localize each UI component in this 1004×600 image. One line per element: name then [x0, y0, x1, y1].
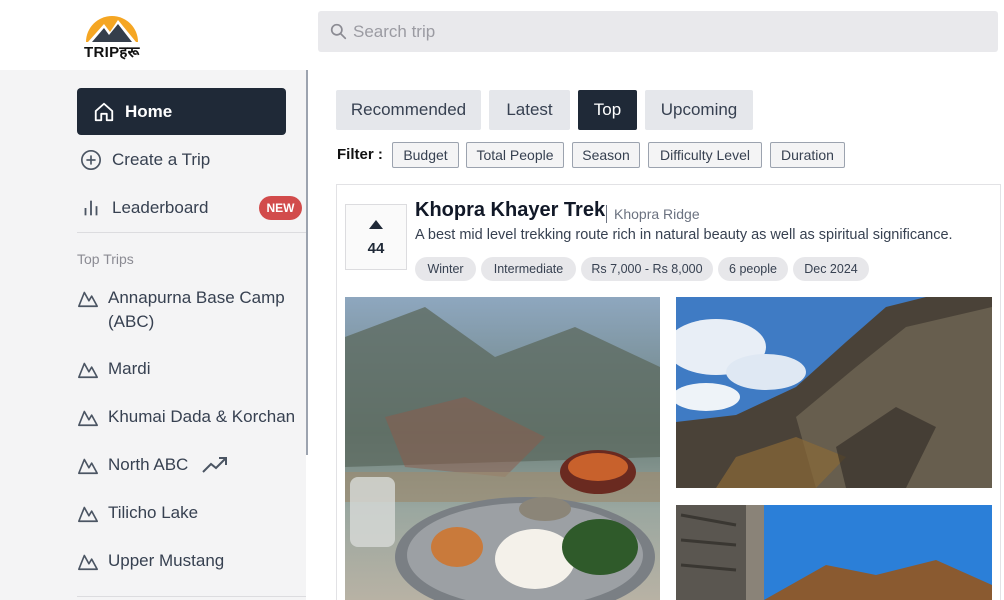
- sidebar-divider: [77, 596, 306, 597]
- search-icon: [330, 23, 347, 40]
- tab-top[interactable]: Top: [578, 90, 637, 130]
- tag-budget: Rs 7,000 - Rs 8,000: [581, 257, 713, 281]
- filter-total-people[interactable]: Total People: [466, 142, 564, 168]
- sidebar-divider: [77, 232, 306, 233]
- mountain-icon: [78, 458, 98, 475]
- home-icon: [94, 102, 114, 121]
- top-trip-annapurna[interactable]: Annapurna Base Camp (ABC): [77, 286, 285, 334]
- upvote-box[interactable]: 44: [345, 204, 407, 270]
- tab-latest[interactable]: Latest: [489, 90, 570, 130]
- nav-leaderboard-label: Leaderboard: [112, 198, 209, 217]
- trending-up-icon: [202, 457, 228, 473]
- mountain-icon: [78, 362, 98, 379]
- sidebar-scrollbar[interactable]: [306, 70, 308, 455]
- top-trip-label: Upper Mustang: [108, 551, 225, 570]
- brand-logo-text: TRIPहरू: [84, 44, 140, 61]
- nav-create-trip[interactable]: Create a Trip: [80, 145, 210, 175]
- search-bar[interactable]: [318, 11, 998, 52]
- filter-difficulty[interactable]: Difficulty Level: [648, 142, 762, 168]
- tag-difficulty: Intermediate: [481, 257, 576, 281]
- vote-count: 44: [367, 239, 385, 257]
- trip-title[interactable]: Khopra Khayer Trek: [415, 199, 605, 222]
- stone-wall-photo-image: [676, 505, 992, 600]
- top-trip-north-abc[interactable]: North ABC: [77, 453, 228, 477]
- top-trip-label: North ABC: [108, 455, 189, 474]
- plus-circle-icon: [81, 150, 101, 170]
- nav-leaderboard[interactable]: Leaderboard: [80, 193, 208, 223]
- top-trip-label-line2: (ABC): [108, 312, 155, 331]
- trip-photo-stone-wall[interactable]: [676, 505, 992, 600]
- rock-trail-photo-image: [676, 297, 992, 488]
- mountain-icon: [78, 554, 98, 571]
- filter-season[interactable]: Season: [572, 142, 640, 168]
- new-badge: NEW: [259, 196, 302, 220]
- top-trip-label: Mardi: [108, 359, 151, 378]
- top-trip-upper-mustang[interactable]: Upper Mustang: [77, 549, 224, 573]
- trip-photo-meal[interactable]: [345, 297, 660, 600]
- filter-budget[interactable]: Budget: [392, 142, 459, 168]
- filter-label: Filter :: [337, 146, 383, 163]
- top-bar: TRIPहरू: [0, 0, 1004, 70]
- top-trips-heading: Top Trips: [77, 251, 134, 267]
- top-trip-label: Khumai Dada & Korchan: [108, 407, 296, 426]
- top-trip-label: Tilicho Lake: [108, 503, 199, 522]
- nav-home-label: Home: [125, 101, 173, 121]
- tab-upcoming[interactable]: Upcoming: [645, 90, 753, 130]
- mountain-icon: [78, 410, 98, 427]
- mountain-icon: [78, 506, 98, 523]
- tab-recommended[interactable]: Recommended: [336, 90, 481, 130]
- meal-photo-image: [345, 297, 660, 600]
- tag-season: Winter: [415, 257, 476, 281]
- tag-date: Dec 2024: [793, 257, 869, 281]
- search-input[interactable]: [353, 21, 953, 42]
- trip-description: A best mid level trekking route rich in …: [415, 227, 953, 243]
- bar-chart-icon: [84, 200, 98, 216]
- nav-create-trip-label: Create a Trip: [112, 150, 211, 169]
- filter-duration[interactable]: Duration: [770, 142, 845, 168]
- mountain-icon: [78, 291, 98, 308]
- top-trip-label: Annapurna Base Camp: [108, 288, 285, 307]
- upvote-icon[interactable]: [368, 218, 384, 230]
- trip-location: Khopra Ridge: [606, 205, 700, 223]
- trip-photo-rock-trail[interactable]: [676, 297, 992, 488]
- top-trip-tilicho[interactable]: Tilicho Lake: [77, 501, 198, 525]
- tag-people: 6 people: [718, 257, 788, 281]
- top-trip-mardi[interactable]: Mardi: [77, 357, 151, 381]
- top-trip-khumai[interactable]: Khumai Dada & Korchan: [77, 405, 295, 429]
- nav-home[interactable]: Home: [77, 88, 286, 135]
